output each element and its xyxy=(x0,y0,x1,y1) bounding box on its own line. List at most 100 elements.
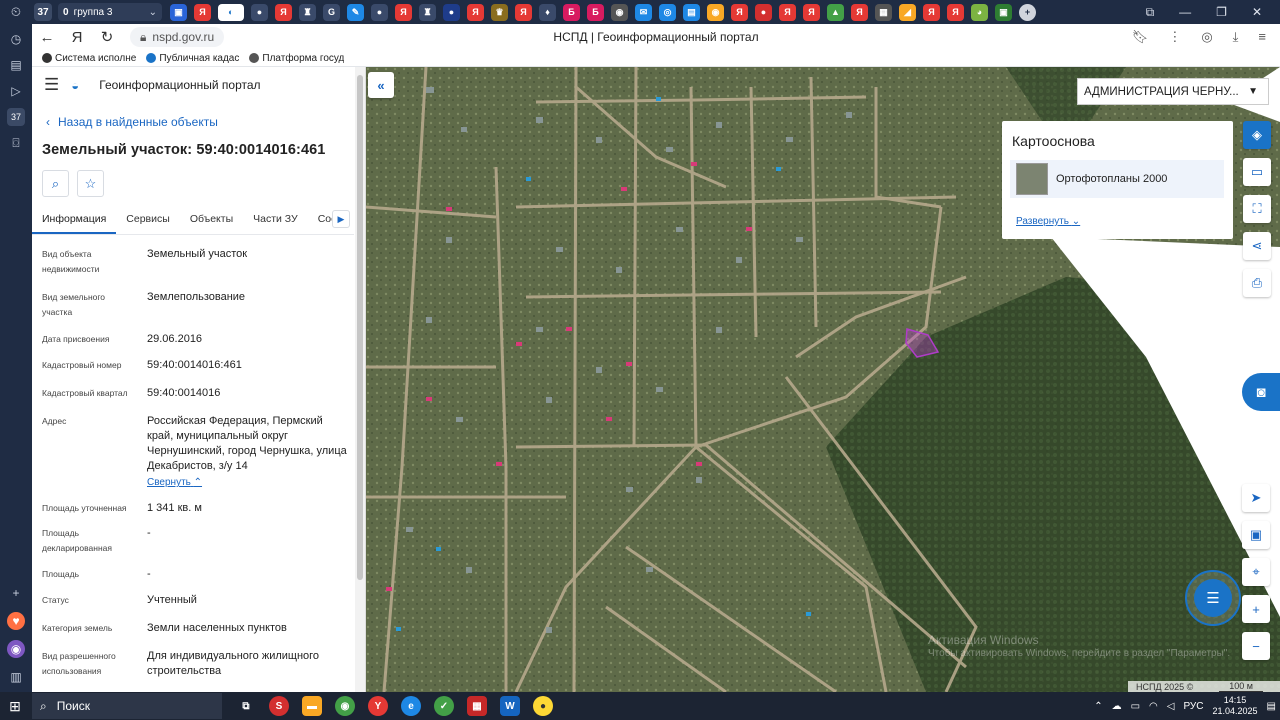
tab-favicon-icon[interactable]: ● xyxy=(371,3,388,21)
tab-favicon-icon[interactable]: ◉ xyxy=(611,3,628,21)
bookmark-item[interactable]: Платформа госуд xyxy=(249,53,344,64)
tab-group[interactable]: 0 группа 3 ⌄ xyxy=(58,3,162,21)
rail-counter[interactable]: 37 xyxy=(7,108,25,126)
panel-icon[interactable]: ▥ xyxy=(7,668,25,686)
tab-favicon-icon[interactable]: Я xyxy=(731,3,748,21)
restore-icon[interactable]: ❐ xyxy=(1216,5,1227,19)
yandex-icon[interactable]: Я xyxy=(62,24,92,50)
downloads-icon[interactable]: ⤓ xyxy=(1233,29,1239,45)
tab-favicon-icon[interactable]: Я xyxy=(467,3,484,21)
network-icon[interactable]: ☁ xyxy=(1112,701,1122,712)
tab-favicon-icon[interactable]: ◢ xyxy=(899,3,916,21)
close-icon[interactable]: ✕ xyxy=(1252,5,1262,19)
tab-favicon-icon[interactable]: ▣ xyxy=(170,3,187,21)
panel-scrollbar[interactable] xyxy=(355,67,365,692)
hamburger-menu-icon[interactable]: ☰ xyxy=(44,75,59,95)
extension-icon[interactable]: ◎ xyxy=(1201,29,1212,45)
camera-icon[interactable]: ⌼ xyxy=(7,134,25,152)
select-area-button[interactable]: ⛶ xyxy=(1243,195,1271,223)
help-button[interactable]: ◙ xyxy=(1242,373,1280,411)
chevron-up-icon[interactable]: ⌃ xyxy=(1094,701,1102,712)
zoom-in-button[interactable]: + xyxy=(1242,595,1270,623)
add-icon[interactable]: + xyxy=(7,584,25,602)
yandex-browser-icon[interactable]: Y xyxy=(368,696,388,716)
tab-information[interactable]: Информация xyxy=(32,205,117,234)
tab-favicon-icon[interactable]: ▲ xyxy=(827,3,844,21)
chrome-icon[interactable]: ◉ xyxy=(335,696,355,716)
taskbar-search[interactable]: ⌕ Поиск xyxy=(32,693,222,719)
locate-on-map-button[interactable]: ⌕ xyxy=(42,170,69,197)
tab-favicon-icon[interactable]: ♛ xyxy=(491,3,508,21)
wifi-icon[interactable]: ◠ xyxy=(1149,701,1158,712)
history-icon[interactable]: ◷ xyxy=(7,30,25,48)
tab-favicon-icon[interactable]: ● xyxy=(251,3,268,21)
minimize-icon[interactable]: — xyxy=(1179,5,1191,19)
tab-favicon-icon[interactable]: Б xyxy=(563,3,580,21)
tab-favicon-icon[interactable]: Я xyxy=(923,3,940,21)
measure-button[interactable]: ▭ xyxy=(1243,158,1271,186)
reload-icon[interactable]: ↻ xyxy=(92,24,122,50)
app-icon[interactable]: ✓ xyxy=(434,696,454,716)
tab-favicon-icon[interactable]: Я xyxy=(851,3,868,21)
tab-favicon-icon[interactable]: Я xyxy=(275,3,292,21)
clock[interactable]: 14:15 21.04.2025 xyxy=(1213,695,1258,717)
layers-button[interactable]: ◈ xyxy=(1243,121,1271,149)
tab-parts[interactable]: Части ЗУ xyxy=(243,205,308,234)
collapse-address-link[interactable]: Свернуть ⌃ xyxy=(147,475,347,490)
favorite-button[interactable]: ☆ xyxy=(77,170,104,197)
geolocation-button[interactable]: ➤ xyxy=(1242,484,1270,512)
app-icon[interactable]: S xyxy=(269,696,289,716)
tab-favicon-icon[interactable]: ● xyxy=(443,3,460,21)
chat-button[interactable]: ☰ xyxy=(1185,570,1241,626)
tab-favicon-icon[interactable]: Я xyxy=(515,3,532,21)
bookmark-item[interactable]: Публичная кадас xyxy=(146,53,239,64)
app-icon[interactable]: ▦ xyxy=(467,696,487,716)
region-select[interactable]: АДМИНИСТРАЦИЯ ЧЕРНУ... ▼ xyxy=(1077,78,1269,105)
tab-favicon-icon[interactable]: ◕ xyxy=(971,3,988,21)
tab-objects[interactable]: Объекты xyxy=(180,205,243,234)
print-button[interactable]: ⎙ xyxy=(1243,269,1271,297)
tab-favicon-icon[interactable]: ✎ xyxy=(347,3,364,21)
my-location-button[interactable]: ⌖ xyxy=(1242,558,1270,586)
tab-favicon-icon[interactable]: ◎ xyxy=(659,3,676,21)
volume-icon[interactable]: ◁ xyxy=(1167,701,1175,712)
zoom-out-button[interactable]: − xyxy=(1242,632,1270,660)
basemap-option[interactable]: Ортофотопланы 2000 xyxy=(1010,160,1224,198)
tab-favicon-icon[interactable]: ▤ xyxy=(683,3,700,21)
file-explorer-icon[interactable]: ▬ xyxy=(302,696,322,716)
tab-favicon-icon[interactable]: Б xyxy=(587,3,604,21)
tab-favicon-icon[interactable]: ● xyxy=(755,3,772,21)
tab-favicon-icon[interactable]: Я xyxy=(194,3,211,21)
bookmark-item[interactable]: Система исполне xyxy=(42,53,136,64)
tab-favicon-icon[interactable]: G xyxy=(323,3,340,21)
tab-favicon-icon[interactable]: Я xyxy=(779,3,796,21)
windows-start-icon[interactable]: ⊞ xyxy=(0,692,30,720)
minimap-button[interactable]: ▣ xyxy=(1242,521,1270,549)
more-icon[interactable]: ⋮ xyxy=(1168,29,1181,45)
tab-favicon-icon[interactable]: Я xyxy=(803,3,820,21)
tab-favicon-icon[interactable]: ♜ xyxy=(419,3,436,21)
app-icon[interactable]: ♥ xyxy=(7,612,25,630)
tab-favicon-icon[interactable]: ▣ xyxy=(995,3,1012,21)
language-indicator[interactable]: РУС xyxy=(1183,701,1203,712)
tab-counter[interactable]: 37 xyxy=(34,3,52,21)
word-icon[interactable]: W xyxy=(500,696,520,716)
alice-icon[interactable]: ◉ xyxy=(7,640,25,658)
edge-icon[interactable]: e xyxy=(401,696,421,716)
tab-favicon-icon[interactable]: Я xyxy=(395,3,412,21)
notes-icon[interactable]: ▤ xyxy=(7,56,25,74)
tabs-scroll-right-button[interactable]: ▶ xyxy=(332,210,350,228)
clock-icon[interactable]: ⏲ xyxy=(0,0,32,24)
tab-favicon-icon[interactable]: ✉ xyxy=(635,3,652,21)
menu-icon[interactable]: ≡ xyxy=(1258,29,1266,45)
new-tab-icon[interactable]: + xyxy=(1019,3,1036,21)
tab-favicon-icon[interactable]: ♦ xyxy=(539,3,556,21)
tab-groups-icon[interactable]: ⧉ xyxy=(1146,5,1155,20)
tab-services[interactable]: Сервисы xyxy=(116,205,180,234)
scrollbar-thumb[interactable] xyxy=(357,75,363,580)
notifications-icon[interactable]: ▤ xyxy=(1267,701,1276,712)
url-field[interactable]: 🔒︎ nspd.gov.ru xyxy=(130,27,225,47)
expand-basemaps-link[interactable]: Развернуть ⌄ xyxy=(1016,216,1080,227)
tab-favicon-icon[interactable]: Я xyxy=(947,3,964,21)
bookmark-icon[interactable]: 🔖︎ xyxy=(1132,29,1149,45)
